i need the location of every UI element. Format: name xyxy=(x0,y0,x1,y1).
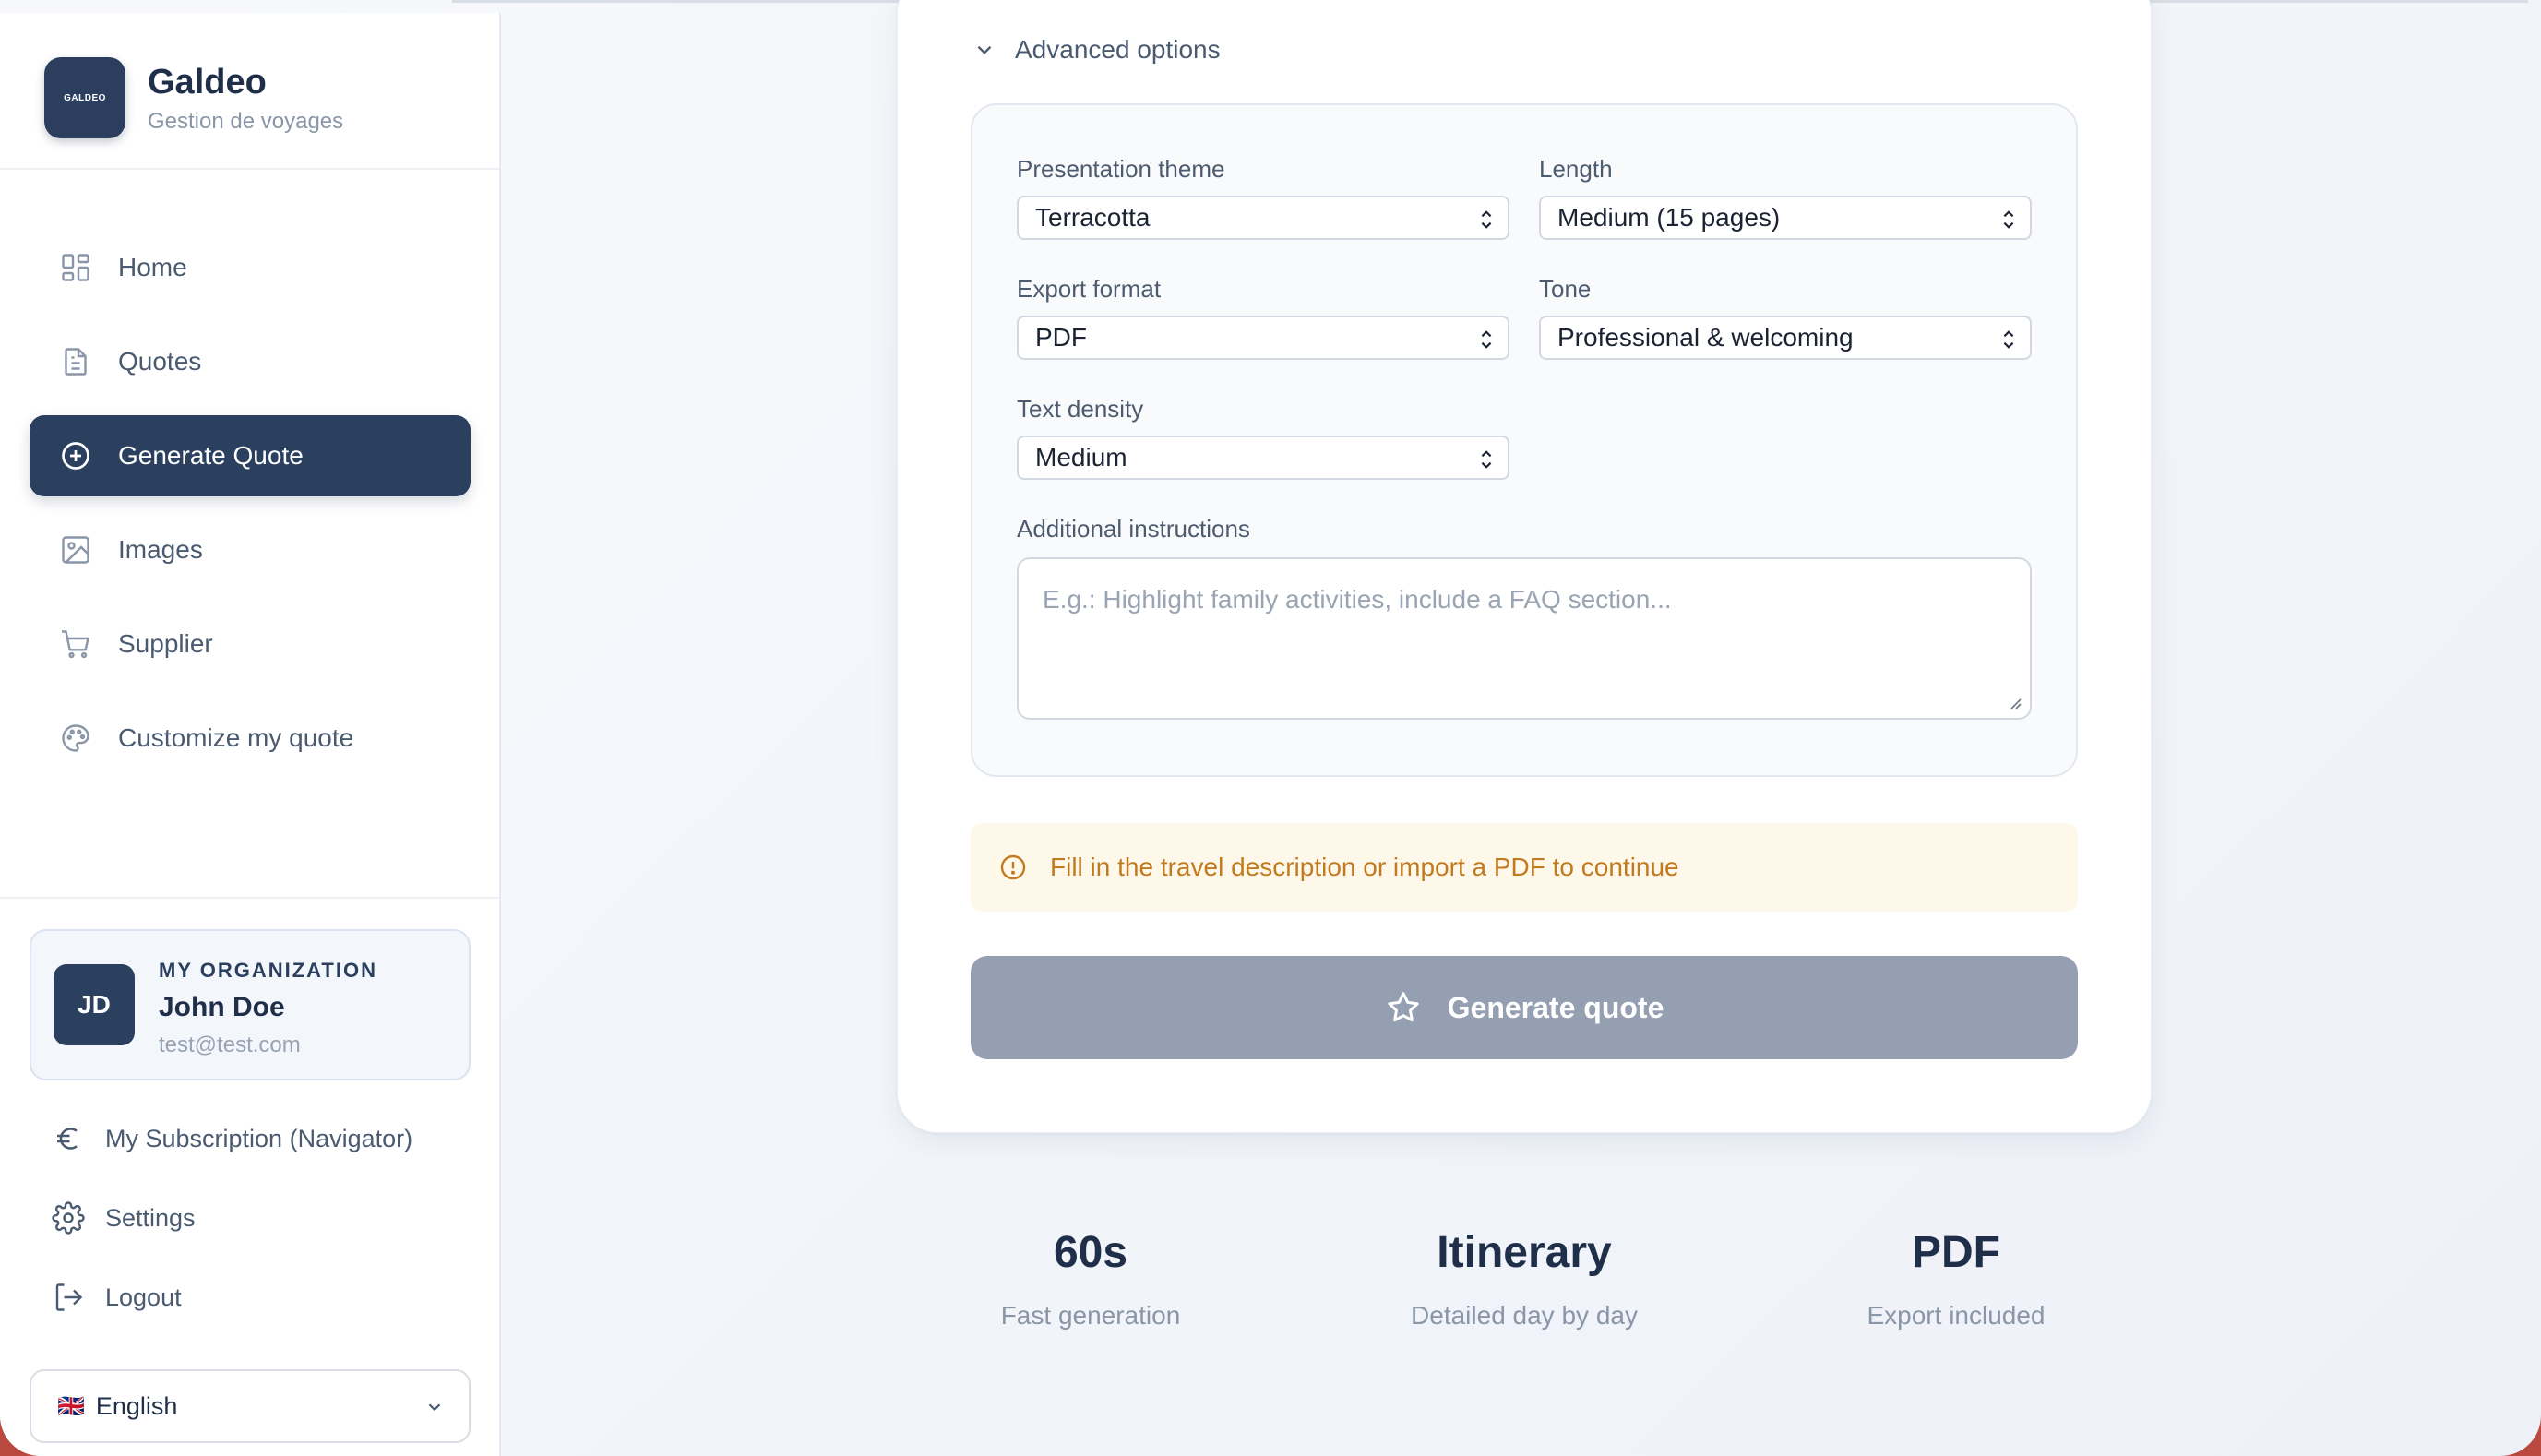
alert-circle-icon xyxy=(1000,854,1026,880)
warning-text: Fill in the travel description or import… xyxy=(1050,853,1679,881)
generate-quote-label: Generate quote xyxy=(1447,990,1664,1024)
organization-card[interactable]: JD MY ORGANIZATION John Doe test@test.co… xyxy=(30,929,471,1080)
plus-circle-icon xyxy=(59,439,92,472)
sidebar-item-customize[interactable]: Customize my quote xyxy=(30,698,471,779)
subscription-label: My Subscription (Navigator) xyxy=(105,1124,413,1152)
length-label: Length xyxy=(1539,155,1613,183)
avatar: JD xyxy=(54,964,135,1045)
stat-value: 60s xyxy=(1053,1228,1128,1277)
org-label: MY ORGANIZATION xyxy=(159,959,377,982)
user-email: test@test.com xyxy=(159,1032,301,1057)
density-value: Medium xyxy=(1035,443,1127,471)
brand-logo: GALDEO xyxy=(44,57,125,138)
advanced-options-label: Advanced options xyxy=(1015,35,1221,64)
theme-label: Presentation theme xyxy=(1017,155,1225,183)
sidebar-item-images[interactable]: Images xyxy=(30,509,471,591)
brand-title: Galdeo xyxy=(148,63,267,101)
settings-label: Settings xyxy=(105,1203,196,1232)
tone-select[interactable]: Professional & welcoming xyxy=(1539,316,2032,360)
stat-itinerary: Itinerary Detailed day by day xyxy=(1340,1227,1709,1331)
generate-quote-button[interactable]: Generate quote xyxy=(971,956,2078,1059)
subscription-link[interactable]: My Subscription (Navigator) xyxy=(52,1120,412,1157)
user-name: John Doe xyxy=(159,992,285,1022)
logout-label: Logout xyxy=(105,1283,182,1311)
app-window: GALDEO Galdeo Gestion de voyages Home Qu… xyxy=(0,0,2541,1456)
cart-icon xyxy=(59,627,92,661)
language-value: English xyxy=(95,1391,178,1420)
resize-handle-icon[interactable] xyxy=(2006,694,2022,710)
stat-pdf: PDF Export included xyxy=(1772,1227,2141,1331)
sidebar-item-label: Home xyxy=(118,253,187,281)
euro-icon xyxy=(52,1122,85,1155)
length-value: Medium (15 pages) xyxy=(1557,203,1781,232)
export-format-select[interactable]: PDF xyxy=(1017,316,1509,360)
sidebar-item-quotes[interactable]: Quotes xyxy=(30,321,471,402)
brand[interactable]: GALDEO Galdeo Gestion de voyages xyxy=(44,57,487,140)
sidebar-nav: Home Quotes Generate Quote Images Suppli… xyxy=(30,227,471,792)
tone-label: Tone xyxy=(1539,275,1592,303)
export-value: PDF xyxy=(1035,323,1087,352)
chevron-down-icon xyxy=(977,45,992,54)
text-density-select[interactable]: Medium xyxy=(1017,436,1509,480)
sidebar-item-label: Customize my quote xyxy=(118,723,354,752)
palette-icon xyxy=(59,722,92,755)
sidebar-item-label: Images xyxy=(118,535,203,564)
brand-subtitle: Gestion de voyages xyxy=(148,109,344,134)
language-select[interactable]: 🇬🇧 English xyxy=(30,1369,471,1443)
sidebar: GALDEO Galdeo Gestion de voyages Home Qu… xyxy=(0,13,501,1456)
sidebar-item-home[interactable]: Home xyxy=(30,227,471,308)
logout-icon xyxy=(52,1281,85,1314)
stat-value: PDF xyxy=(1912,1228,2000,1277)
sidebar-item-label: Quotes xyxy=(118,347,202,376)
updown-chevron-icon xyxy=(1481,450,1492,469)
stat-value: Itinerary xyxy=(1437,1228,1612,1277)
updown-chevron-icon xyxy=(2003,210,2014,229)
export-label: Export format xyxy=(1017,275,1162,303)
instructions-textarea[interactable]: E.g.: Highlight family activities, inclu… xyxy=(1017,557,2032,720)
grid-icon xyxy=(59,251,92,284)
stat-label: Export included xyxy=(1867,1301,2046,1330)
uk-flag-icon: 🇬🇧 xyxy=(57,1393,85,1419)
chevron-down-icon xyxy=(428,1403,441,1412)
instructions-placeholder: E.g.: Highlight family activities, inclu… xyxy=(1043,585,1672,614)
theme-value: Terracotta xyxy=(1035,203,1151,232)
stat-speed: 60s Fast generation xyxy=(906,1227,1275,1331)
warning-banner: Fill in the travel description or import… xyxy=(971,823,2078,912)
theme-select[interactable]: Terracotta xyxy=(1017,196,1509,240)
length-select[interactable]: Medium (15 pages) xyxy=(1539,196,2032,240)
document-icon xyxy=(59,345,92,378)
settings-link[interactable]: Settings xyxy=(52,1199,196,1236)
star-icon xyxy=(1387,992,1419,1022)
stat-label: Detailed day by day xyxy=(1411,1301,1638,1330)
image-icon xyxy=(59,533,92,567)
sidebar-item-label: Generate Quote xyxy=(118,441,304,470)
advanced-options-toggle[interactable]: Advanced options xyxy=(972,31,1221,68)
sidebar-item-label: Supplier xyxy=(118,629,213,658)
updown-chevron-icon xyxy=(1481,330,1492,349)
sidebar-item-generate-quote[interactable]: Generate Quote xyxy=(30,415,471,496)
updown-chevron-icon xyxy=(1481,210,1492,229)
tone-value: Professional & welcoming xyxy=(1557,323,1854,352)
logout-link[interactable]: Logout xyxy=(52,1279,182,1316)
sidebar-item-supplier[interactable]: Supplier xyxy=(30,603,471,685)
updown-chevron-icon xyxy=(2003,330,2014,349)
stat-label: Fast generation xyxy=(1000,1301,1181,1330)
density-label: Text density xyxy=(1017,395,1144,423)
sidebar-divider xyxy=(0,897,499,899)
instructions-label: Additional instructions xyxy=(1017,515,1250,543)
sidebar-divider xyxy=(0,168,499,170)
gear-icon xyxy=(52,1201,85,1235)
